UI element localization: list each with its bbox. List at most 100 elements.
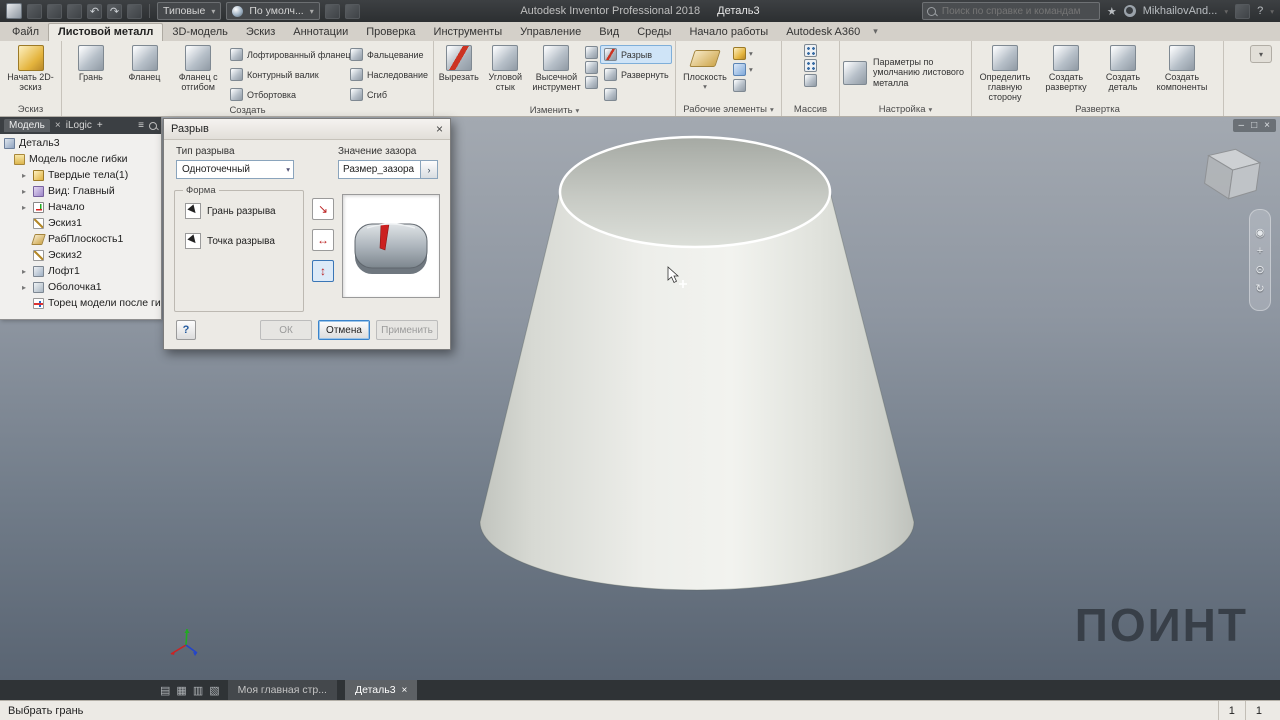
parameters-icon[interactable] bbox=[324, 3, 340, 19]
tab-view[interactable]: Вид bbox=[590, 24, 628, 41]
flange-button[interactable]: Фланец bbox=[119, 43, 171, 104]
chevron-down-icon[interactable]: ▾ bbox=[749, 65, 753, 74]
sheet-metal-defaults-button[interactable]: Параметры по умолчанию листового металла bbox=[869, 56, 968, 89]
fold-button[interactable]: Фальцевание bbox=[346, 45, 430, 64]
tab-tools[interactable]: Инструменты bbox=[425, 24, 512, 41]
delete-face-icon[interactable] bbox=[585, 76, 598, 89]
doc-minimize-icon[interactable]: – bbox=[1239, 120, 1245, 131]
chevron-down-icon[interactable]: ▾ bbox=[1270, 7, 1274, 16]
rip-face-select-button[interactable]: Грань разрыва bbox=[181, 199, 297, 223]
lofted-flange-button[interactable]: Лофтированный фланец bbox=[226, 45, 351, 64]
undo-icon[interactable]: ↶ bbox=[87, 3, 102, 19]
browser-tab-model[interactable]: Модель bbox=[4, 119, 50, 132]
contour-flange-button[interactable]: Фланец с отгибом bbox=[172, 43, 224, 104]
tab-file[interactable]: Файл bbox=[3, 24, 48, 41]
work-axis-icon[interactable] bbox=[733, 47, 746, 60]
viewcube[interactable] bbox=[1200, 143, 1264, 207]
expand-chevron-icon[interactable]: ▸ bbox=[22, 171, 29, 180]
work-plane-button[interactable]: Плоскость ▾ bbox=[679, 43, 731, 102]
rip-dialog-titlebar[interactable]: Разрыв × bbox=[164, 119, 450, 140]
zoom-icon[interactable]: ⊙ bbox=[1255, 263, 1264, 276]
pan-icon[interactable]: + bbox=[1257, 245, 1263, 257]
tree-node-end-of-folded[interactable]: ▸ Торец модели после гибки bbox=[0, 295, 161, 311]
material-dropdown[interactable]: По умолч... ▾ bbox=[226, 2, 320, 20]
circular-pattern-icon[interactable] bbox=[804, 59, 817, 72]
measure-icon[interactable] bbox=[344, 3, 360, 19]
dialog-help-button[interactable]: ? bbox=[176, 320, 196, 340]
browser-close-icon[interactable]: × bbox=[55, 120, 61, 131]
unfold-button[interactable]: Развернуть bbox=[600, 65, 672, 84]
help-search-box[interactable] bbox=[921, 2, 1100, 20]
punch-tool-button[interactable]: Высечной инструмент bbox=[530, 43, 583, 104]
flip-direction-button-3[interactable]: ↕ bbox=[312, 260, 334, 282]
flip-direction-button-2[interactable]: ↔ bbox=[312, 229, 334, 251]
refold-button[interactable] bbox=[600, 85, 672, 104]
doc-restore-icon[interactable]: □ bbox=[1251, 120, 1257, 131]
group-label-setup[interactable]: Настройка ▾ bbox=[840, 102, 971, 116]
tab-sheet-metal[interactable]: Листовой металл bbox=[48, 23, 164, 41]
tab-inspect[interactable]: Проверка bbox=[357, 24, 424, 41]
create-flat-pattern-button[interactable]: Создать развертку bbox=[1037, 43, 1095, 103]
tab-manage[interactable]: Управление bbox=[511, 24, 590, 41]
cancel-button[interactable]: Отмена bbox=[318, 320, 370, 340]
make-part-button[interactable]: Создать деталь bbox=[1097, 43, 1149, 103]
rip-point-select-button[interactable]: Точка разрыва bbox=[181, 229, 297, 253]
expand-chevron-icon[interactable]: ▸ bbox=[22, 267, 29, 276]
tab-annotate[interactable]: Аннотации bbox=[284, 24, 357, 41]
group-label-pattern[interactable]: Массив bbox=[782, 102, 839, 116]
tab-overflow-icon[interactable]: ▾ bbox=[873, 26, 878, 41]
navigation-wheel-icon[interactable]: ◉ bbox=[1255, 226, 1265, 239]
group-label-sketch[interactable]: Эскиз bbox=[0, 102, 61, 116]
doc-close-icon[interactable]: × bbox=[1264, 120, 1270, 131]
doc-tab-close-icon[interactable]: × bbox=[402, 685, 408, 696]
bend-button[interactable]: Сгиб bbox=[346, 85, 430, 104]
styles-dropdown[interactable]: Типовые ▾ bbox=[157, 2, 222, 20]
inventor-logo-icon[interactable] bbox=[6, 3, 22, 19]
tree-node-workplane1[interactable]: ▸ РабПлоскость1 bbox=[0, 231, 161, 247]
tree-node-root[interactable]: Деталь3 bbox=[0, 135, 161, 151]
ribbon-collapse-button[interactable]: ▾ bbox=[1250, 45, 1272, 63]
tree-node-solid-bodies[interactable]: ▸ Твердые тела(1) bbox=[0, 167, 161, 183]
chevron-down-icon[interactable]: ▾ bbox=[749, 49, 753, 58]
help-icon[interactable]: ? bbox=[1257, 5, 1263, 17]
browser-add-icon[interactable]: + bbox=[97, 120, 103, 131]
save-icon[interactable] bbox=[67, 3, 82, 19]
hem-button[interactable]: Отбортовка bbox=[226, 85, 344, 104]
browser-menu-icon[interactable]: ≡ bbox=[138, 120, 144, 131]
browser-search-icon[interactable] bbox=[149, 121, 157, 130]
split-icon[interactable] bbox=[585, 61, 598, 74]
tree-node-shell1[interactable]: ▸ Оболочка1 bbox=[0, 279, 161, 295]
rip-button[interactable]: Разрыв bbox=[600, 45, 672, 64]
horizontal-view-icon[interactable]: ▥ bbox=[193, 684, 203, 697]
tab-3d-model[interactable]: 3D-модель bbox=[163, 24, 236, 41]
print-icon[interactable] bbox=[127, 3, 142, 19]
vertical-view-icon[interactable]: ▧ bbox=[209, 684, 219, 697]
ok-button[interactable]: ОК bbox=[260, 320, 312, 340]
corner-seam-button[interactable]: Угловой стык bbox=[483, 43, 528, 104]
redo-icon[interactable]: ↷ bbox=[107, 3, 122, 19]
apply-button[interactable]: Применить bbox=[376, 320, 438, 340]
open-file-icon[interactable] bbox=[47, 3, 62, 19]
browser-tab-ilogic[interactable]: iLogic bbox=[66, 120, 92, 131]
thicken-icon[interactable] bbox=[585, 46, 598, 59]
mirror-icon[interactable] bbox=[804, 74, 817, 87]
group-label-flat-pattern[interactable]: Развертка bbox=[972, 103, 1223, 116]
flip-direction-button-1[interactable]: ↘ bbox=[312, 198, 334, 220]
tree-node-loft1[interactable]: ▸ Лофт1 bbox=[0, 263, 161, 279]
group-label-create[interactable]: Создать bbox=[62, 104, 433, 116]
gap-flyout-button[interactable]: › bbox=[421, 160, 438, 179]
tree-node-origin[interactable]: ▸ Начало bbox=[0, 199, 161, 215]
tree-node-sketch2[interactable]: ▸ Эскиз2 bbox=[0, 247, 161, 263]
user-name[interactable]: MikhailovAnd... bbox=[1143, 5, 1218, 17]
tree-node-folded-model[interactable]: Модель после гибки bbox=[0, 151, 161, 167]
tab-get-started[interactable]: Начало работы bbox=[680, 24, 777, 41]
dialog-close-icon[interactable]: × bbox=[436, 122, 443, 136]
orbit-icon[interactable]: ↻ bbox=[1255, 282, 1264, 295]
ucs-icon[interactable] bbox=[733, 79, 746, 92]
new-file-icon[interactable] bbox=[27, 3, 42, 19]
tile-view-icon[interactable]: ▤ bbox=[160, 684, 170, 697]
rectangular-pattern-icon[interactable] bbox=[804, 44, 817, 57]
grid-view-icon[interactable]: ▦ bbox=[176, 684, 186, 697]
tab-sketch[interactable]: Эскиз bbox=[237, 24, 284, 41]
notifications-icon[interactable] bbox=[1235, 3, 1251, 19]
